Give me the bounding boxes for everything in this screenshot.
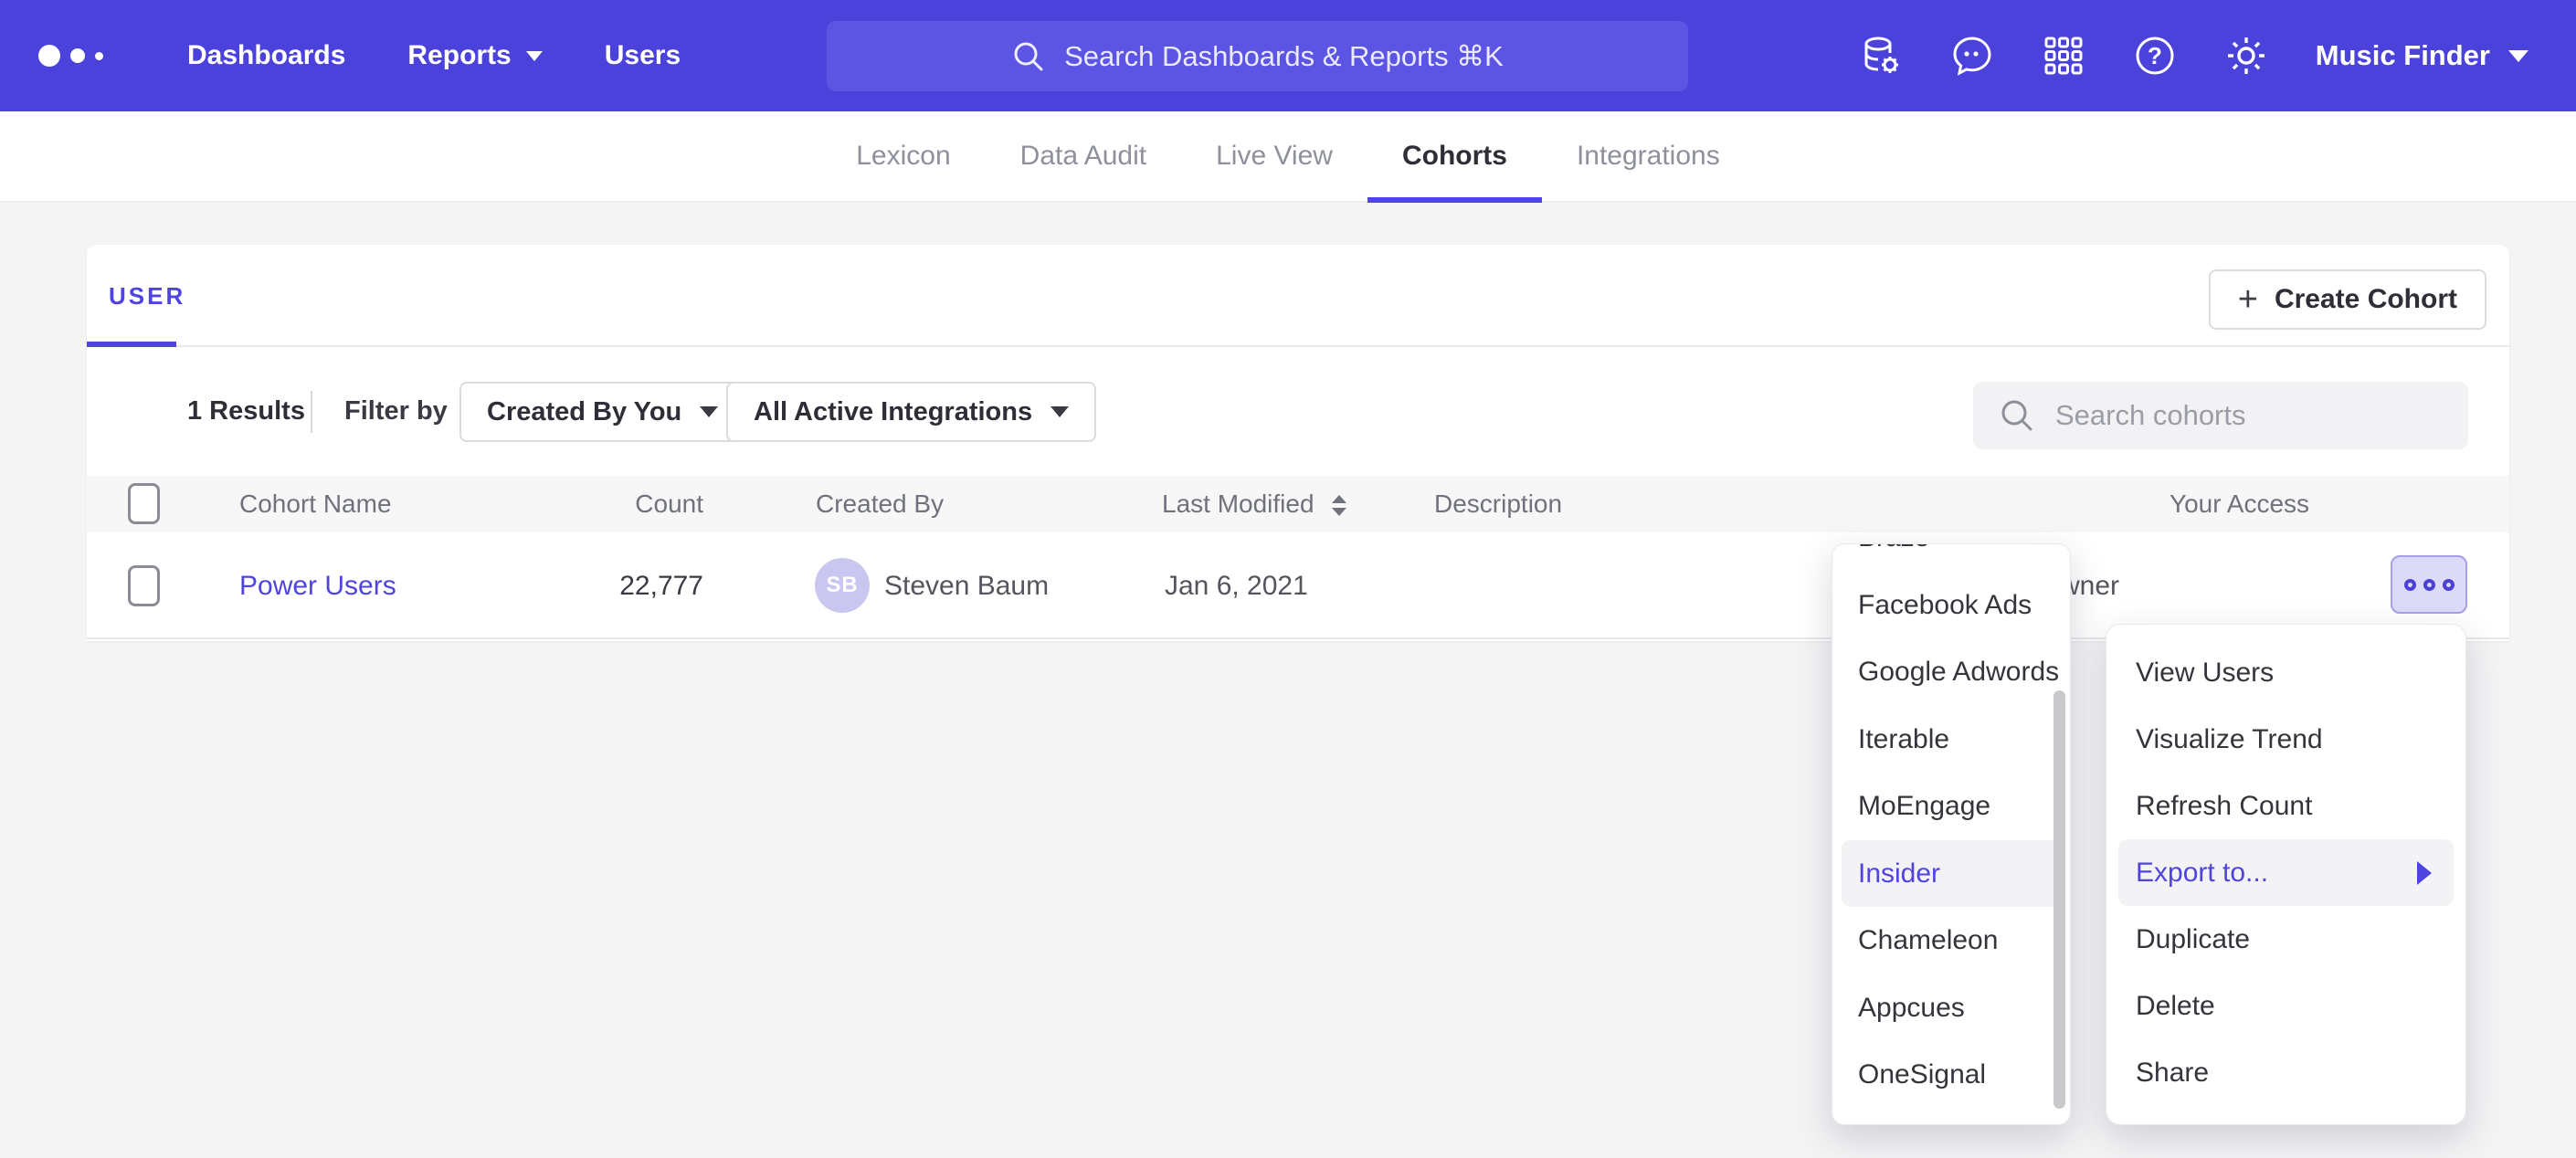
export-to-label: Export to... <box>2136 858 2268 888</box>
top-navigation-bar: Dashboards Reports Users Search Dashboar… <box>0 0 2576 111</box>
apps-grid-icon[interactable] <box>2042 34 2085 78</box>
svg-text:?: ? <box>2148 42 2162 69</box>
filter-created-by-dropdown[interactable]: Created By You <box>459 382 745 442</box>
project-name: Music Finder <box>2316 39 2490 72</box>
tab-integrations-label: Integrations <box>1577 141 1720 171</box>
section-tabs: Lexicon Data Audit Live View Cohorts Int… <box>0 111 2576 203</box>
menu-item-duplicate[interactable]: Duplicate <box>2106 906 2465 973</box>
dot-icon <box>2443 579 2455 591</box>
row-actions-list: View Users Visualize Trend Refresh Count… <box>2106 625 2465 1106</box>
help-icon[interactable]: ? <box>2133 34 2177 78</box>
col-last-modified[interactable]: Last Modified <box>1162 476 1346 532</box>
avatar: SB <box>815 558 870 613</box>
nav-dashboards-label: Dashboards <box>187 40 345 71</box>
menu-item-appcues[interactable]: Appcues <box>1832 974 2070 1042</box>
col-created-by: Created By <box>816 476 944 532</box>
chevron-down-icon <box>700 406 718 417</box>
cohort-search-input[interactable]: Search cohorts <box>1973 382 2468 449</box>
tab-lexicon[interactable]: Lexicon <box>821 111 985 201</box>
dot-icon <box>2404 579 2416 591</box>
nav-reports-label: Reports <box>407 40 511 71</box>
messages-icon[interactable] <box>1950 34 1994 78</box>
filter-created-by-value: Created By You <box>487 397 681 427</box>
col-count: Count <box>539 476 703 532</box>
menu-item-facebook-ads[interactable]: Facebook Ads <box>1832 572 2070 639</box>
filter-integrations-value: All Active Integrations <box>754 397 1032 427</box>
create-cohort-button[interactable]: + Create Cohort <box>2209 269 2486 330</box>
data-management-icon[interactable] <box>1859 34 1903 78</box>
menu-item-refresh-count[interactable]: Refresh Count <box>2106 773 2465 839</box>
search-icon <box>1999 397 2035 434</box>
row-actions-button[interactable] <box>2391 555 2467 614</box>
last-modified-value: Jan 6, 2021 <box>1165 532 1308 639</box>
mixpanel-logo-icon[interactable] <box>38 45 125 67</box>
settings-icon[interactable] <box>2224 34 2268 78</box>
row-actions-menu: View Users Visualize Trend Refresh Count… <box>2106 624 2466 1125</box>
menu-item-braze[interactable]: Braze <box>1832 543 2070 572</box>
cohort-type-tabs: USER + Create Cohort <box>87 245 2509 347</box>
chevron-down-icon <box>526 51 543 61</box>
divider <box>311 391 312 433</box>
menu-item-export-to[interactable]: Export to... <box>2118 839 2454 906</box>
create-cohort-label: Create Cohort <box>2275 284 2457 315</box>
export-destinations-menu: Braze Facebook Ads Google Adwords Iterab… <box>1832 543 2071 1125</box>
plus-icon: + <box>2238 272 2258 327</box>
results-count: 1 Results <box>187 347 305 476</box>
menu-item-view-users[interactable]: View Users <box>2106 639 2465 706</box>
cohorts-toolbar: 1 Results Filter by Created By You All A… <box>87 347 2509 476</box>
menu-item-insider[interactable]: Insider <box>1842 840 2061 908</box>
col-cohort-name: Cohort Name <box>239 476 392 532</box>
row-checkbox[interactable] <box>128 565 160 606</box>
tab-live-view[interactable]: Live View <box>1181 111 1367 201</box>
menu-item-delete[interactable]: Delete <box>2106 973 2465 1039</box>
project-switcher[interactable]: Music Finder <box>2316 39 2528 72</box>
table-header: Cohort Name Count Created By Last Modifi… <box>87 476 2509 532</box>
nav-users-label: Users <box>605 40 681 71</box>
menu-item-onesignal[interactable]: OneSignal <box>1832 1041 2070 1109</box>
cohort-name-link[interactable]: Power Users <box>239 532 396 639</box>
tab-data-audit-label: Data Audit <box>1020 141 1146 171</box>
menu-item-moengage[interactable]: MoEngage <box>1832 773 2070 840</box>
tab-cohorts-label: Cohorts <box>1402 141 1507 171</box>
col-your-access: Your Access <box>2170 476 2309 532</box>
col-last-modified-label: Last Modified <box>1162 490 1314 518</box>
sort-icon <box>1332 495 1346 516</box>
nav-reports[interactable]: Reports <box>407 40 542 71</box>
tab-integrations[interactable]: Integrations <box>1542 111 1755 201</box>
filter-integrations-dropdown[interactable]: All Active Integrations <box>726 382 1096 442</box>
submenu-arrow-icon <box>2417 861 2432 885</box>
menu-item-share[interactable]: Share <box>2106 1039 2465 1106</box>
global-search-placeholder: Search Dashboards & Reports ⌘K <box>1064 40 1504 73</box>
created-by-value: Steven Baum <box>884 532 1049 639</box>
tab-live-view-label: Live View <box>1216 141 1333 171</box>
menu-scrollbar-thumb[interactable] <box>2053 690 2065 1109</box>
tab-lexicon-label: Lexicon <box>856 141 950 171</box>
dot-icon <box>2423 579 2435 591</box>
tab-user-cohorts[interactable]: USER <box>109 245 185 347</box>
chevron-down-icon <box>2508 50 2528 62</box>
chevron-down-icon <box>1050 406 1069 417</box>
search-icon <box>1011 39 1046 74</box>
global-search-input[interactable]: Search Dashboards & Reports ⌘K <box>827 21 1688 91</box>
tab-data-audit[interactable]: Data Audit <box>986 111 1181 201</box>
export-destinations-list: Braze Facebook Ads Google Adwords Iterab… <box>1832 543 2070 1109</box>
nav-dashboards[interactable]: Dashboards <box>187 40 345 71</box>
menu-item-visualize-trend[interactable]: Visualize Trend <box>2106 706 2465 773</box>
select-all-checkbox[interactable] <box>128 483 160 524</box>
menu-item-iterable[interactable]: Iterable <box>1832 706 2070 774</box>
nav-users[interactable]: Users <box>605 40 681 71</box>
menu-item-chameleon[interactable]: Chameleon <box>1832 907 2070 974</box>
cohort-search-placeholder: Search cohorts <box>2055 399 2246 432</box>
cohort-count: 22,777 <box>539 532 703 639</box>
menu-item-google-adwords[interactable]: Google Adwords <box>1832 638 2070 706</box>
topbar-right-cluster: ? Music Finder <box>1859 0 2576 111</box>
filter-by-label: Filter by <box>344 347 448 476</box>
cohorts-panel: USER + Create Cohort 1 Results Filter by… <box>87 245 2509 641</box>
tab-cohorts[interactable]: Cohorts <box>1367 111 1542 201</box>
col-description: Description <box>1434 476 1562 532</box>
